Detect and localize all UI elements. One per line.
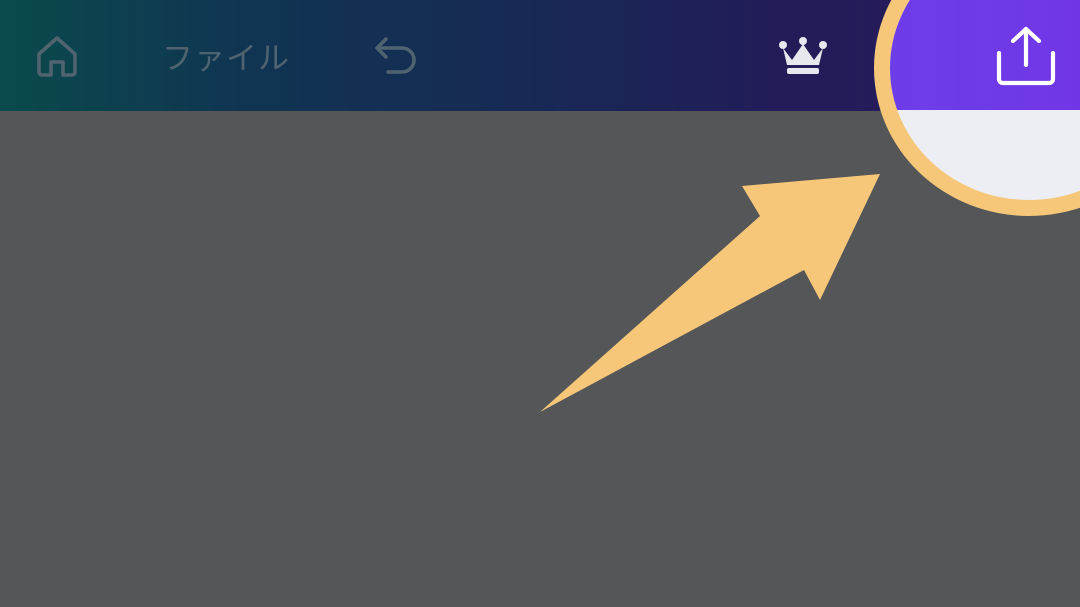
crown-icon xyxy=(779,36,827,74)
home-icon xyxy=(37,35,77,77)
share-upload-icon xyxy=(996,26,1056,86)
design-canvas-area xyxy=(0,111,1080,607)
undo-icon xyxy=(375,36,416,74)
undo-button[interactable] xyxy=(368,0,424,111)
premium-button[interactable] xyxy=(774,0,832,111)
file-menu-button[interactable]: ファイル xyxy=(160,0,292,111)
home-button[interactable] xyxy=(28,0,86,111)
file-menu-label: ファイル xyxy=(162,41,290,77)
share-button[interactable] xyxy=(988,20,1064,92)
editor-screen: ファイル xyxy=(0,0,1080,607)
